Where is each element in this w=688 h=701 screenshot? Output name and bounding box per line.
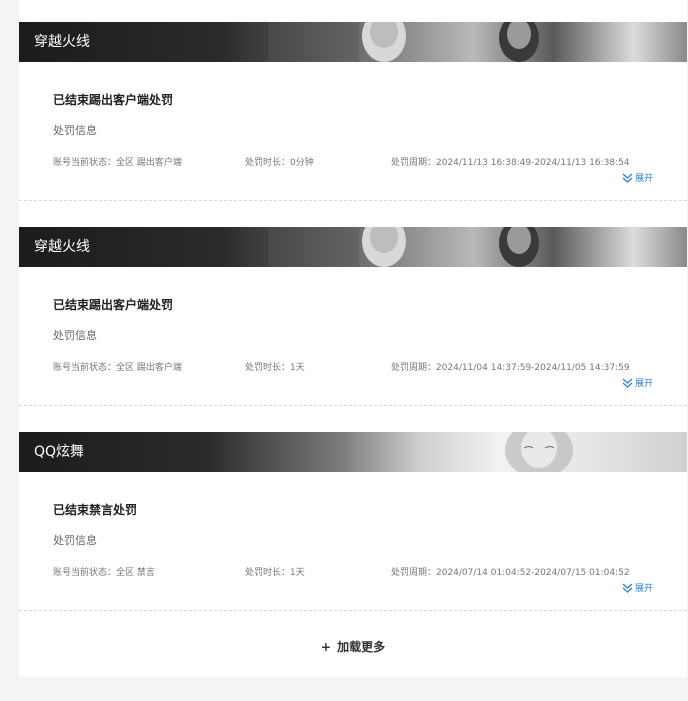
game-name: 穿越火线 xyxy=(34,34,90,50)
status-title: 已结束踢出客户端处罚 xyxy=(53,93,174,107)
status-title: 已结束禁言处罚 xyxy=(53,503,138,517)
punishment-period: 处罚周期：2024/11/13 16:38:49-2024/11/13 16:3… xyxy=(391,158,630,168)
divider xyxy=(19,200,687,201)
game-banner: 穿越火线 xyxy=(19,227,687,267)
double-chevron-down-icon xyxy=(622,173,633,183)
account-status: 账号当前状态：全区 禁言 xyxy=(53,568,155,578)
expand-button[interactable]: 展开 xyxy=(622,581,653,594)
load-more-button[interactable]: + 加载更多 xyxy=(19,638,687,655)
game-banner-art xyxy=(269,22,539,62)
punishment-record-panel: 穿越火线 已结束踢出客户端处罚 处罚信息 账号当前状态：全区 踢出客户端 处罚时… xyxy=(19,0,687,677)
game-banner-art xyxy=(269,227,539,267)
expand-label: 展开 xyxy=(634,174,653,184)
expand-label: 展开 xyxy=(634,584,653,594)
expand-button[interactable]: 展开 xyxy=(622,376,653,389)
punishment-duration: 处罚时长：1天 xyxy=(245,363,305,373)
game-name: QQ炫舞 xyxy=(34,444,85,460)
account-status: 账号当前状态：全区 踢出客户端 xyxy=(53,363,182,373)
game-banner: QQ炫舞 xyxy=(19,432,687,472)
punishment-period: 处罚周期：2024/11/04 14:37:59-2024/11/05 14:3… xyxy=(391,363,630,373)
double-chevron-down-icon xyxy=(622,378,633,388)
double-chevron-down-icon xyxy=(622,583,633,593)
game-name: 穿越火线 xyxy=(34,239,90,255)
expand-label: 展开 xyxy=(634,379,653,389)
divider xyxy=(19,405,687,406)
divider xyxy=(19,610,687,611)
punishment-duration: 处罚时长：0分钟 xyxy=(245,158,314,168)
account-status: 账号当前状态：全区 踢出客户端 xyxy=(53,158,182,168)
plus-icon: + xyxy=(320,640,331,654)
info-label: 处罚信息 xyxy=(53,534,97,547)
game-banner: 穿越火线 xyxy=(19,22,687,62)
punishment-duration: 处罚时长：1天 xyxy=(245,568,305,578)
info-label: 处罚信息 xyxy=(53,329,97,342)
load-more-label: 加载更多 xyxy=(337,640,386,654)
info-label: 处罚信息 xyxy=(53,124,97,137)
status-title: 已结束踢出客户端处罚 xyxy=(53,298,174,312)
expand-button[interactable]: 展开 xyxy=(622,171,653,184)
punishment-period: 处罚周期：2024/07/14 01:04:52-2024/07/15 01:0… xyxy=(391,568,630,578)
game-banner-art xyxy=(505,432,573,472)
